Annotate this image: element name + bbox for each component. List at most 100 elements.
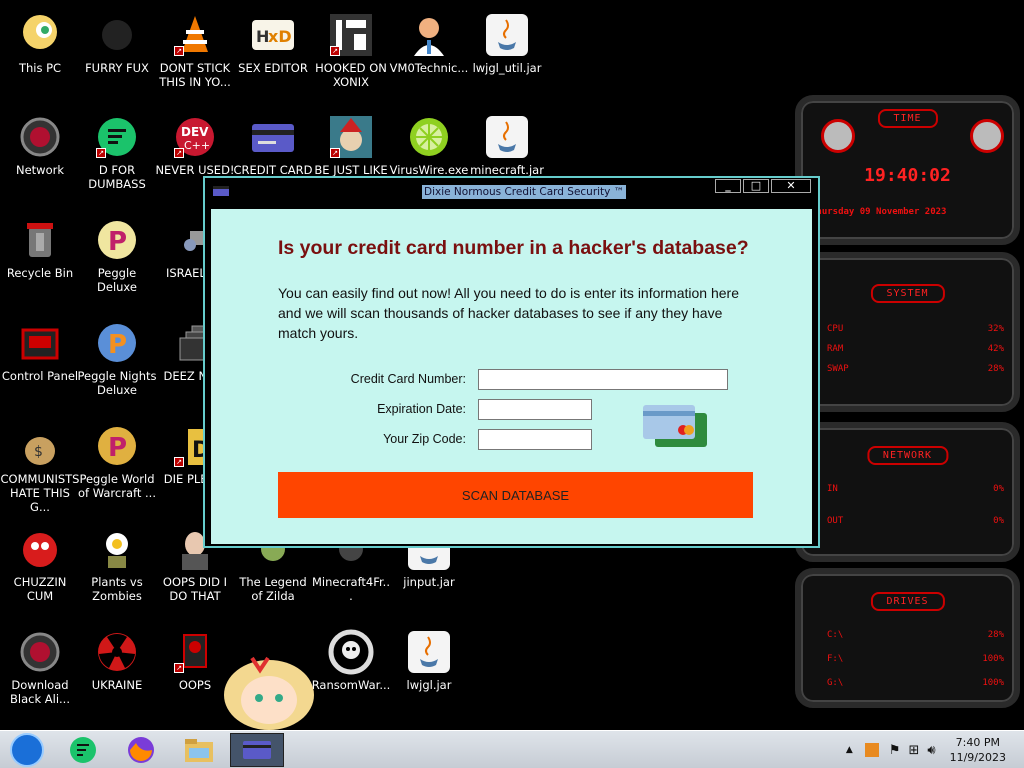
card-number-input[interactable]	[478, 369, 728, 390]
desktop-icon-lwjgl[interactable]: lwjgl.jar	[389, 625, 469, 692]
desktop-icon-this-pc[interactable]: This PC	[0, 8, 80, 75]
furry-fux-icon	[94, 12, 140, 58]
desktop-icon-sex-editor[interactable]: HxD SEX EDITOR	[233, 8, 313, 75]
desktop-icon-peggle-deluxe[interactable]: P Peggle Deluxe	[77, 213, 157, 294]
taskbar: ▲ ⚑ ⊞ 🔊︎ 7:40 PM 11/9/2023	[0, 730, 1024, 768]
scan-database-button[interactable]: SCAN DATABASE	[278, 472, 753, 518]
desktop-icon-lwjgl-util[interactable]: lwjgl_util.jar	[467, 8, 547, 75]
svg-text:P: P	[108, 330, 127, 360]
desktop-icon-minecraft-jar[interactable]: minecraft.jar	[467, 110, 547, 177]
desktop-icon-network[interactable]: Network	[0, 110, 80, 177]
desktop-icon-vm0technic[interactable]: VM0Technic...	[389, 8, 469, 75]
desktop-icon-peggle-wow[interactable]: P Peggle World of Warcraft ...	[77, 419, 157, 500]
java-icon	[484, 12, 530, 58]
expiration-input[interactable]	[478, 399, 592, 420]
vlc-cone-icon: ↗	[172, 12, 218, 58]
desktop-icon-communists[interactable]: $ COMMUNISTS HATE THIS G...	[0, 419, 80, 514]
cpu-row: CPU 32%	[827, 324, 1004, 334]
minimize-button[interactable]: _	[715, 179, 741, 193]
svg-text:P: P	[108, 227, 127, 257]
peggle-wow-icon: P	[94, 423, 140, 469]
shortcut-arrow-icon: ↗	[174, 46, 184, 56]
show-hidden-icons-icon[interactable]: ▲	[846, 745, 853, 755]
desktop-icon-chuzzin[interactable]: CHUZZIN CUM	[0, 522, 80, 603]
dialog-app-icon	[213, 186, 229, 196]
shortcut-arrow-icon: ↗	[330, 148, 340, 158]
this-pc-icon	[17, 12, 63, 58]
desktop-icon-dont-stick[interactable]: ↗ DONT STICK THIS IN YO...	[155, 8, 235, 89]
peggle-icon: P	[94, 217, 140, 263]
desktop-icon-recycle-bin[interactable]: Recycle Bin	[0, 213, 80, 280]
clock-date: 11/9/2023	[949, 751, 1006, 764]
alien-right-icon	[970, 119, 1004, 153]
java-icon	[484, 114, 530, 160]
taskbar-credit-card-checker-active[interactable]	[230, 733, 284, 767]
drive-c-row: C:\ 28%	[827, 630, 1004, 640]
desktop: This PC Network Recycle Bin Control Pane…	[0, 0, 1024, 730]
volume-icon[interactable]: 🔊︎	[927, 743, 935, 758]
green-chat-icon: ↗	[94, 114, 140, 160]
network-icon	[17, 114, 63, 160]
black-ali-icon	[17, 629, 63, 675]
network-gadget[interactable]: NETWORK IN 0% OUT 0%	[795, 422, 1020, 562]
desktop-icon-never-used[interactable]: DEV C++ ↗ NEVER USED!	[155, 110, 235, 177]
network-tray-icon[interactable]: ⊞	[908, 743, 919, 758]
money-bag-icon: $	[17, 423, 63, 469]
clock-time: 7:40 PM	[955, 736, 1000, 749]
radiation-icon	[94, 629, 140, 675]
dialog-title: Dixie Normous Credit Card Security ™	[422, 185, 627, 199]
credit-cards-icon	[641, 401, 711, 451]
svg-text:DEV: DEV	[181, 125, 209, 139]
drives-gadget-title: DRIVES	[870, 592, 945, 611]
system-gadget[interactable]: SYSTEM CPU 32% RAM 42% SWAP 28%	[795, 252, 1020, 412]
system-gadget-title: SYSTEM	[870, 284, 945, 303]
svg-text:P: P	[108, 433, 127, 463]
credit-card-icon	[250, 114, 296, 160]
time-gadget[interactable]: TIME 19:40:02 Thursday 09 November 2023	[795, 95, 1020, 245]
desktop-icon-plants-vs-zombies[interactable]: Plants vs Zombies	[77, 522, 157, 603]
card-number-label: Credit Card Number:	[350, 372, 466, 386]
date-display: Thursday 09 November 2023	[811, 207, 947, 217]
ram-row: RAM 42%	[827, 344, 1004, 354]
desktop-icon-download-black[interactable]: Download Black Ali...	[0, 625, 80, 706]
drive-f-row: F:\ 100%	[827, 654, 1004, 664]
taskbar-firefox[interactable]	[116, 733, 166, 767]
limewire-icon	[406, 114, 452, 160]
doctor-icon	[406, 12, 452, 58]
start-button[interactable]	[2, 733, 52, 767]
desktop-icon-d-for-dumbass[interactable]: ↗ D FOR DUMBASS	[77, 110, 157, 191]
shortcut-arrow-icon: ↗	[330, 46, 340, 56]
expiration-label: Expiration Date:	[377, 402, 466, 416]
maximize-button[interactable]: □	[743, 179, 769, 193]
flag-icon[interactable]: ⚑	[889, 743, 901, 758]
desktop-icon-viruswire[interactable]: VirusWire.exe	[389, 110, 469, 177]
java-icon	[406, 629, 452, 675]
close-button[interactable]: ✕	[771, 179, 811, 193]
drives-gadget[interactable]: DRIVES C:\ 28% F:\ 100% G:\ 100%	[795, 568, 1020, 708]
tray-app-icon[interactable]	[864, 743, 879, 757]
credit-card-security-dialog: Dixie Normous Credit Card Security ™ _ □…	[203, 176, 820, 548]
desktop-icon-ukraine[interactable]: UKRAINE	[77, 625, 157, 692]
peggle-nights-icon: P	[94, 320, 140, 366]
desktop-icon-control-panel[interactable]: Control Panel	[0, 316, 80, 383]
xonix-icon: ↗	[328, 12, 374, 58]
time-display: 19:40:02	[864, 165, 951, 186]
svg-text:C++: C++	[184, 139, 210, 152]
svg-text:xD: xD	[268, 27, 292, 46]
shortcut-arrow-icon: ↗	[96, 148, 106, 158]
dialog-title-bar[interactable]: Dixie Normous Credit Card Security ™ _ □…	[205, 178, 818, 208]
hxd-icon: HxD	[250, 12, 296, 58]
svg-text:$: $	[34, 444, 43, 460]
zip-input[interactable]	[478, 429, 592, 450]
swap-row: SWAP 28%	[827, 364, 1004, 374]
zip-label: Your Zip Code:	[383, 432, 466, 446]
taskbar-green-chat-app[interactable]	[58, 733, 108, 767]
time-gadget-title: TIME	[877, 109, 938, 128]
control-panel-icon	[17, 320, 63, 366]
desktop-icon-furry-fux[interactable]: FURRY FUX	[77, 8, 157, 75]
desktop-icon-hooked-on-xonix[interactable]: ↗ HOOKED ON XONIX	[311, 8, 391, 89]
drive-g-row: G:\ 100%	[827, 678, 1004, 688]
clock[interactable]: 7:40 PM 11/9/2023	[950, 735, 1006, 765]
desktop-icon-peggle-nights[interactable]: P Peggle Nights Deluxe	[77, 316, 157, 397]
taskbar-file-explorer[interactable]	[174, 733, 224, 767]
